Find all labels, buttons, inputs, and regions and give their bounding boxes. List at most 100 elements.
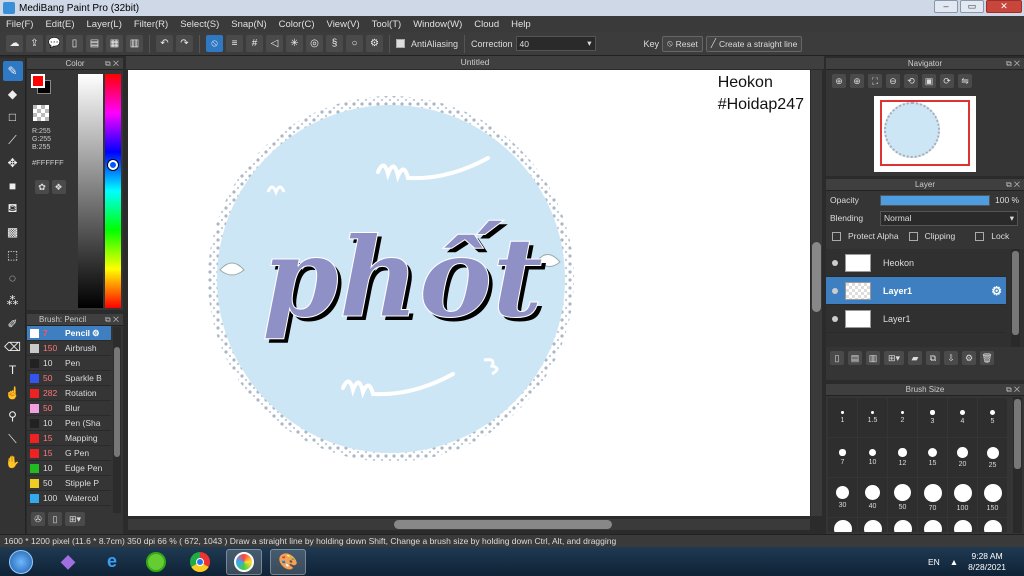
zoom-out-icon[interactable]: ⊖	[886, 74, 900, 88]
internet-explorer-icon[interactable]: e	[94, 549, 130, 575]
rotate-right-icon[interactable]: ⟳	[940, 74, 954, 88]
close-button[interactable]: ✕	[986, 0, 1022, 13]
layer-row[interactable]: Layer1	[826, 305, 1006, 333]
gradient-tool-icon[interactable]: ▩	[3, 222, 23, 242]
bucket-tool-icon[interactable]: ⛾	[3, 199, 23, 219]
eraser-tool-icon[interactable]: ◆	[3, 84, 23, 104]
snap-off-icon[interactable]: ⦸	[206, 35, 223, 52]
panel-controls-icon[interactable]: ⧉ ✕	[1006, 384, 1020, 396]
lasso-tool-icon[interactable]: ◌	[3, 268, 23, 288]
operation-tool-icon[interactable]: ☝	[3, 383, 23, 403]
zoom-in-icon[interactable]: ⊕	[832, 74, 846, 88]
create-straight-line-button[interactable]: ╱ Create a straight line	[705, 35, 803, 52]
brush-size-cell[interactable]: 50	[888, 478, 917, 517]
lock-checkbox[interactable]	[975, 231, 985, 241]
brush-list-item[interactable]: 100 Watercol	[27, 491, 111, 506]
vertical-scrollbar[interactable]	[811, 70, 822, 516]
brush-list-item[interactable]: 282 Rotation	[27, 386, 111, 401]
eye-icon[interactable]	[832, 259, 838, 266]
select-pen-icon[interactable]: ✐	[3, 314, 23, 334]
start-button[interactable]	[0, 549, 42, 575]
brush-size-cell[interactable]	[918, 518, 947, 532]
brush-list-item[interactable]: 7 Pencil ⚙	[27, 326, 111, 341]
concentric-snap-icon[interactable]: ◎	[306, 35, 323, 52]
brush-settings-gear-icon[interactable]: ⚙	[92, 328, 100, 339]
brightness-slider[interactable]	[78, 74, 103, 308]
clipping-checkbox[interactable]	[908, 231, 918, 241]
brush-size-scrollbar[interactable]	[1013, 397, 1022, 533]
panel-controls-icon[interactable]: ⧉ ✕	[1006, 58, 1020, 70]
foreground-color-swatch[interactable]	[31, 74, 45, 88]
layer-properties-icon[interactable]: ⚙	[962, 351, 976, 365]
menu-view[interactable]: View(V)	[321, 19, 366, 30]
menu-color[interactable]: Color(C)	[273, 19, 321, 30]
paint-taskbar-icon[interactable]: 🎨	[270, 548, 306, 575]
menu-cloud[interactable]: Cloud	[468, 19, 505, 30]
brush-list-item[interactable]: 50 Blur	[27, 401, 111, 416]
layer-row[interactable]: Heokon	[826, 249, 1006, 277]
radial-snap-icon[interactable]: ✳	[286, 35, 303, 52]
parallel-snap-icon[interactable]: ≡	[226, 35, 243, 52]
brush-tool-icon[interactable]: ✎	[2, 61, 23, 81]
transparent-swatch[interactable]	[33, 105, 49, 121]
menu-file[interactable]: File(F)	[0, 19, 39, 30]
brush-size-cell[interactable]	[888, 518, 917, 532]
brush-list-item[interactable]: 10 Pen (Sha	[27, 416, 111, 431]
magic-wand-icon[interactable]: ⁂	[3, 291, 23, 311]
horizontal-scroll-thumb[interactable]	[394, 520, 612, 529]
minimize-button[interactable]: –	[934, 0, 958, 13]
brush-size-cell[interactable]	[978, 518, 1007, 532]
panel-controls-icon[interactable]: ⧉ ✕	[105, 58, 119, 70]
scrollbar-thumb[interactable]	[114, 347, 120, 457]
material-icon[interactable]: ▦	[106, 35, 123, 52]
cloud-icon[interactable]: ☁	[6, 35, 23, 52]
visual-studio-icon[interactable]: ◆	[50, 549, 86, 575]
blending-select[interactable]: Normal ▾	[880, 210, 1018, 226]
rotate-left-icon[interactable]: ⟲	[904, 74, 918, 88]
perspective-snap-icon[interactable]: ◁	[266, 35, 283, 52]
duplicate-layer-icon[interactable]: ⧉	[926, 351, 940, 365]
menu-window[interactable]: Window(W)	[407, 19, 468, 30]
new-halftone-layer-icon[interactable]: ▤	[848, 351, 862, 365]
merge-down-icon[interactable]: ⇩	[944, 351, 958, 365]
grid-icon[interactable]: ▥	[126, 35, 143, 52]
brush-size-cell[interactable]: 30	[828, 478, 857, 517]
new-8bit-layer-icon[interactable]: ▥	[866, 351, 880, 365]
brush-list-item[interactable]: 10 Edge Pen	[27, 461, 111, 476]
layer-settings-gear-icon[interactable]: ⚙	[991, 284, 1002, 298]
curve-snap-icon[interactable]: §	[326, 35, 343, 52]
eye-icon[interactable]	[832, 287, 838, 294]
scrollbar-thumb[interactable]	[1012, 251, 1019, 335]
settings-gear-icon[interactable]: ⚙	[366, 35, 383, 52]
protect-alpha-checkbox[interactable]	[832, 231, 841, 241]
blur-tool-icon[interactable]: ⟋	[3, 130, 23, 150]
new-file-icon[interactable]: ▯	[66, 35, 83, 52]
flip-icon[interactable]: ⇋	[958, 74, 972, 88]
navigator-preview[interactable]	[874, 96, 976, 172]
add-layer-menu-icon[interactable]: ⊞▾	[884, 351, 904, 365]
circle-snap-icon[interactable]: ○	[346, 35, 363, 52]
layer-row-selected[interactable]: Layer1 ⚙	[826, 277, 1006, 305]
grid-snap-icon[interactable]: #	[246, 35, 263, 52]
fit-window-icon[interactable]: ⛶	[868, 74, 882, 88]
panel-controls-icon[interactable]: ⧉ ✕	[1006, 179, 1020, 191]
brush-list-item[interactable]: 50 Sparkle B	[27, 371, 111, 386]
new-brush-icon[interactable]: ▯	[48, 512, 62, 526]
add-brush-icon[interactable]: ⊞▾	[65, 512, 85, 526]
select-eraser-icon[interactable]: ⌫	[3, 337, 23, 357]
brush-list-scrollbar[interactable]	[113, 327, 121, 513]
menu-help[interactable]: Help	[505, 19, 537, 30]
correction-select[interactable]: 40 ▾	[515, 36, 596, 51]
text-tool-icon[interactable]: T	[3, 360, 23, 380]
brush-size-cell[interactable]	[858, 518, 887, 532]
reset-view-icon[interactable]: ▣	[922, 74, 936, 88]
brush-size-cell[interactable]: 2	[888, 398, 917, 437]
document-tab[interactable]: Untitled	[126, 56, 824, 69]
brush-size-cell[interactable]: 7	[828, 438, 857, 477]
divide-tool-icon[interactable]: ⟍	[3, 429, 23, 449]
brush-size-cell[interactable]: 25	[978, 438, 1007, 477]
brush-size-cell[interactable]	[948, 518, 977, 532]
menu-snap[interactable]: Snap(N)	[225, 19, 272, 30]
coccoc-browser-icon[interactable]	[138, 549, 174, 575]
tray-expand-icon[interactable]: ▲	[950, 557, 958, 567]
